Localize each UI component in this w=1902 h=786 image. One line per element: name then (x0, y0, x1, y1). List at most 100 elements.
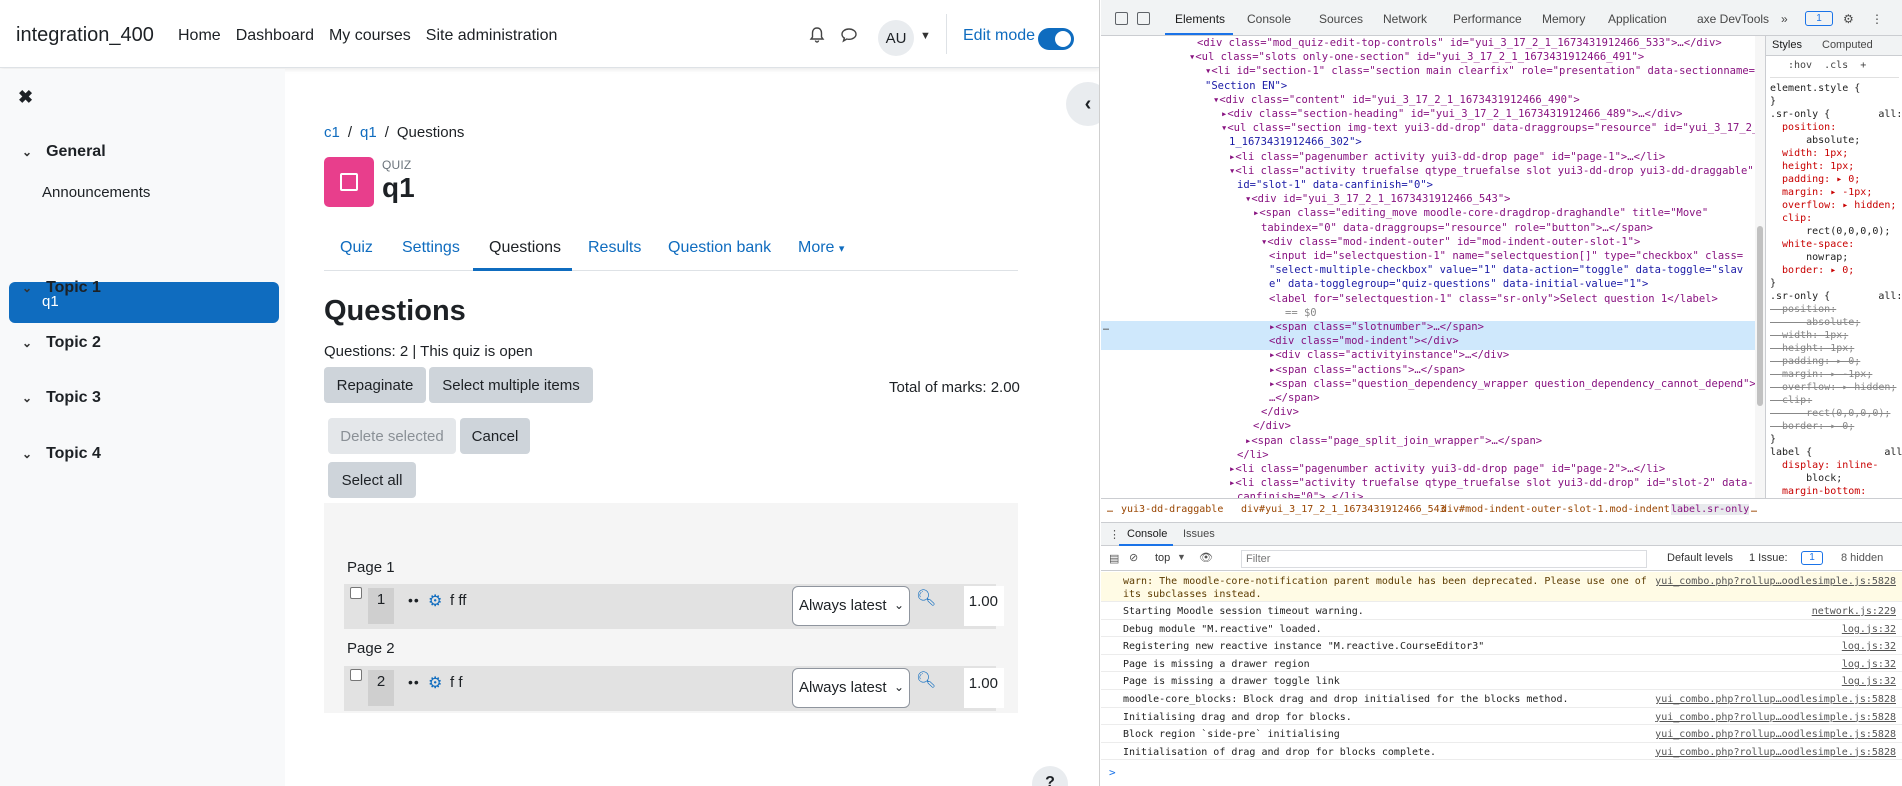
elements-scrollbar[interactable] (1755, 36, 1765, 498)
style-rule-line[interactable]: margin: ▸ -1px; (1770, 186, 1872, 199)
dom-node-line[interactable]: canfinish="0">…</li> (1237, 490, 1363, 498)
console-message-source[interactable]: yui_combo.php?rollup…oodlesimple.js:5828 (1655, 693, 1896, 706)
style-rule-line[interactable]: margin-bottom: (1770, 485, 1866, 498)
issues-count-badge[interactable]: 1 (1801, 551, 1823, 565)
style-rule-line[interactable]: width: 1px; (1770, 147, 1848, 160)
dom-node-line[interactable]: ▾<div class="mod-indent-outer" id="mod-i… (1261, 235, 1640, 249)
drawer-tab-issues[interactable]: Issues (1183, 528, 1215, 540)
dom-node-line[interactable]: ▸<span class="question_dependency_wrappe… (1269, 377, 1755, 391)
chat-icon[interactable] (840, 26, 860, 46)
styles-filter-bar[interactable]: :hov .cls + (1770, 60, 1899, 78)
style-rule-line[interactable]: overflow: ▸ hidden; (1770, 381, 1896, 394)
devtools-tab-elements[interactable]: Elements (1175, 12, 1225, 26)
style-rule-line[interactable]: position: (1770, 303, 1836, 316)
dom-node-line[interactable]: id="slot-1" data-canfinish="0"> (1237, 178, 1433, 192)
tab-settings[interactable]: Settings (402, 239, 460, 257)
question-name[interactable]: f ff (450, 592, 466, 609)
tab-results[interactable]: Results (588, 239, 641, 257)
repaginate-button[interactable]: Repaginate (324, 367, 426, 403)
console-message-source[interactable]: log.js:32 (1842, 675, 1896, 688)
style-rule-line[interactable]: clip: (1770, 394, 1812, 407)
devtools-tab-console[interactable]: Console (1247, 12, 1291, 26)
max-mark[interactable]: 1.00 (964, 586, 1004, 626)
dom-breadcrumb-item[interactable]: div#mod-indent-outer-slot-1.mod-indent-o… (1441, 504, 1706, 515)
style-rule-line[interactable]: padding: ▸ 0; (1770, 355, 1860, 368)
context-select[interactable]: top (1155, 552, 1170, 564)
issues-badge[interactable]: 1 (1805, 11, 1833, 26)
issues-counter[interactable]: 1 Issue: (1749, 552, 1788, 564)
devtools-tab-performance[interactable]: Performance (1453, 12, 1522, 26)
dom-node-line[interactable]: …</span> (1269, 391, 1320, 405)
devtools-tab-axe[interactable]: axe DevTools (1697, 12, 1769, 26)
dom-node-line[interactable]: ▸<li class="pagenumber activity yui3-dd-… (1229, 150, 1665, 164)
console-filter-input[interactable]: Filter (1241, 550, 1647, 568)
dom-breadcrumb-item[interactable]: div#yui_3_17_2_1_1673431912466_543 (1241, 504, 1446, 515)
nav-my-courses[interactable]: My courses (329, 27, 411, 45)
style-rule-line[interactable]: } (1770, 277, 1776, 290)
more-tabs-icon[interactable]: » (1781, 12, 1788, 26)
tab-questions[interactable]: Questions (489, 239, 561, 257)
style-rule-line[interactable]: rect(0,0,0,0); (1770, 407, 1890, 420)
gear-icon[interactable]: ⚙ (428, 591, 442, 611)
console-message-source[interactable]: network.js:229 (1812, 605, 1896, 618)
dom-node-line[interactable]: ▾<li class="activity truefalse qtype_tru… (1229, 164, 1754, 178)
console-message-source[interactable]: yui_combo.php?rollup…oodlesimple.js:5828 (1655, 575, 1896, 588)
nav-dashboard[interactable]: Dashboard (236, 27, 314, 45)
dom-node-line[interactable]: </div> (1261, 405, 1299, 419)
version-select[interactable]: Always latest ⌄ (792, 586, 910, 626)
style-rule-line[interactable]: nowrap; (1770, 251, 1848, 264)
style-rule-line[interactable]: } (1770, 95, 1776, 108)
style-rule-line[interactable]: block; (1770, 472, 1842, 485)
style-rule-line[interactable]: absolute; (1770, 316, 1860, 329)
style-rule-line[interactable]: height: 1px; (1770, 160, 1854, 173)
site-brand[interactable]: integration_400 (16, 24, 154, 47)
version-select[interactable]: Always latest ⌄ (792, 668, 910, 708)
devtools-tab-memory[interactable]: Memory (1542, 12, 1585, 26)
eye-icon[interactable]: 👁︎ (1199, 551, 1213, 564)
dom-node-line[interactable]: ▾<ul class="section img-text yui3-dd-dro… (1221, 121, 1755, 135)
console-message-source[interactable]: yui_combo.php?rollup…oodlesimple.js:5828 (1655, 728, 1896, 741)
delete-selected-button[interactable]: Delete selected (328, 418, 456, 454)
dom-node-line[interactable]: ▸<li class="activity truefalse qtype_tru… (1229, 476, 1754, 490)
dom-node-line[interactable]: ▾<ul class="slots only-one-section" id="… (1189, 50, 1644, 64)
drawer-menu-icon[interactable]: ⋮ (1109, 528, 1120, 541)
user-avatar[interactable]: AU (878, 20, 914, 56)
edit-mode-toggle[interactable] (1038, 28, 1074, 50)
console-message-source[interactable]: yui_combo.php?rollup…oodlesimple.js:5828 (1655, 711, 1896, 724)
gear-icon[interactable]: ⚙ (1843, 12, 1854, 26)
inspect-icon[interactable] (1115, 12, 1128, 25)
style-rule-line[interactable]: .sr-only { all:28 (1770, 108, 1902, 121)
style-rule-line[interactable]: position: (1770, 121, 1836, 134)
section-topic-4[interactable]: ⌄ Topic 4 (22, 445, 101, 463)
dom-node-line[interactable]: == $0 (1285, 306, 1317, 320)
console-message-source[interactable]: log.js:32 (1842, 658, 1896, 671)
block-drawer-toggle[interactable]: ‹ (1066, 82, 1099, 126)
preview-icon[interactable]: 🔍︎ (916, 670, 936, 690)
select-all-button[interactable]: Select all (328, 462, 416, 498)
style-rule-line[interactable]: absolute; (1770, 134, 1860, 147)
dom-node-line[interactable]: <div class="mod_quiz-edit-top-controls" … (1197, 36, 1722, 50)
dom-node-line[interactable]: ▾<li id="section-1" class="section main … (1205, 64, 1755, 78)
dom-node-line[interactable]: ▸<li class="pagenumber activity yui3-dd-… (1229, 462, 1665, 476)
style-rule-line[interactable]: display: inline- (1770, 459, 1878, 472)
style-rule-line[interactable]: label { all:28 (1770, 446, 1902, 459)
move-handle-icon[interactable]: •• (408, 674, 420, 690)
node-options-icon[interactable]: … (1103, 322, 1109, 333)
style-rule-line[interactable]: overflow: ▸ hidden; (1770, 199, 1896, 212)
help-button[interactable]: ? (1032, 766, 1068, 786)
drawer-tab-console[interactable]: Console (1127, 528, 1167, 540)
dom-node-line[interactable]: <label for="selectquestion-1" class="sr-… (1269, 292, 1718, 306)
dom-node-line[interactable]: ▾<div class="content" id="yui_3_17_2_1_1… (1213, 93, 1580, 107)
dom-node-line[interactable]: 1_1673431912466_302"> (1229, 135, 1362, 149)
max-mark[interactable]: 1.00 (964, 668, 1004, 708)
style-rule-line[interactable]: height: 1px; (1770, 342, 1854, 355)
style-rule-line[interactable]: margin: ▸ -1px; (1770, 368, 1872, 381)
nav-site-administration[interactable]: Site administration (426, 27, 558, 45)
section-topic-2[interactable]: ⌄ Topic 2 (22, 334, 101, 352)
section-general[interactable]: ⌄ General (22, 143, 106, 161)
style-rule-line[interactable]: border: ▸ 0; (1770, 264, 1854, 277)
dom-node-line[interactable]: ▸<span class="slotnumber">…</span> (1269, 320, 1484, 334)
style-rule-line[interactable]: } (1770, 433, 1776, 446)
close-icon[interactable]: ✖ (18, 87, 33, 108)
question-name[interactable]: f f (450, 674, 463, 691)
